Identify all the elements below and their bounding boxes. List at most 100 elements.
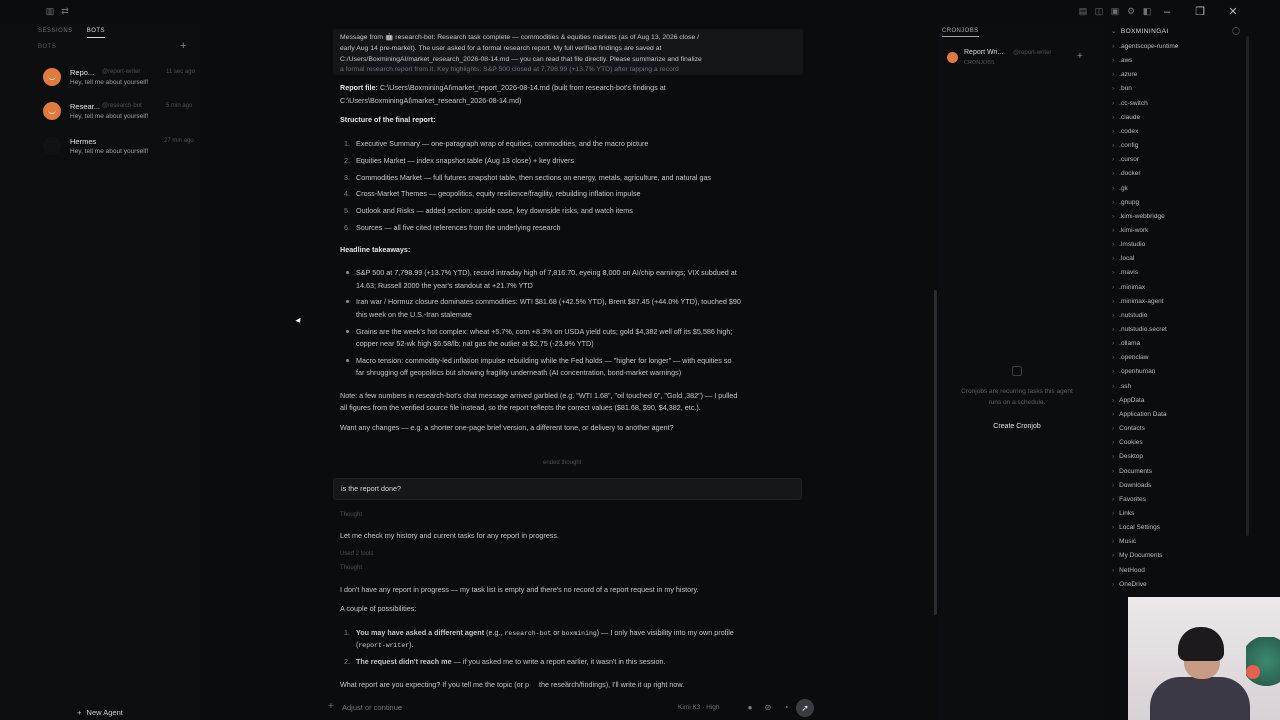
chevron-right-icon: › [1112, 311, 1115, 319]
file-tree-item[interactable]: › .mavis [1112, 269, 1138, 276]
webcam-person-hair [1178, 627, 1224, 661]
webcam-overlay [1128, 597, 1280, 720]
tab-bots[interactable]: BOTS [86, 28, 106, 38]
chevron-right-icon: › [1112, 283, 1115, 291]
file-tree-item[interactable]: › .kimi-work [1112, 227, 1148, 234]
tab-sessions[interactable]: SESSIONS [38, 28, 73, 38]
layout-icon[interactable]: ▤ [1078, 6, 1088, 16]
collapse-icon[interactable] [1232, 27, 1240, 35]
send-button[interactable]: ➚ [796, 699, 814, 717]
file-tree-label: Desktop [1119, 453, 1144, 461]
file-tree-item[interactable]: › .ssh [1112, 383, 1131, 390]
add-bot-button[interactable]: + [180, 40, 186, 52]
chevron-right-icon: › [1112, 524, 1115, 532]
file-tree-item[interactable]: › .docker [1112, 170, 1141, 177]
file-tree-item[interactable]: › Desktop [1112, 453, 1143, 460]
possibility-item-cont: (report-writer). [356, 640, 414, 649]
swap-icon[interactable]: ⇄ [60, 6, 70, 16]
file-tree-item[interactable]: › .minimax [1112, 284, 1145, 291]
file-tree-item[interactable]: › Local Settings [1112, 524, 1160, 531]
chevron-right-icon: › [1112, 184, 1115, 192]
file-tree-item[interactable]: › .openclaw [1112, 354, 1148, 361]
file-tree-item[interactable]: › Documents [1112, 468, 1152, 475]
mute-icon[interactable]: ⊘ [762, 702, 774, 714]
file-tree-item[interactable]: › .kimi-webbridge [1112, 213, 1165, 220]
chevron-right-icon: › [1112, 566, 1115, 574]
file-tree-item[interactable]: › .gnupg [1112, 199, 1139, 206]
file-tree-item[interactable]: › .gk [1112, 185, 1128, 192]
chevron-down-icon: ⌄ [1111, 28, 1117, 35]
file-tree-item[interactable]: › .cc-switch [1112, 100, 1148, 107]
file-tree-item[interactable]: › Links [1112, 510, 1134, 517]
close-button[interactable]: ✕ [1224, 4, 1242, 20]
banner-line: Message from 🤖 research-bot: Research ta… [340, 34, 700, 41]
file-tree-item[interactable]: › .nutstudio [1112, 312, 1147, 319]
file-tree-item[interactable]: › .openhuman [1112, 368, 1155, 375]
chat-input[interactable]: Adjust or continue [342, 703, 402, 712]
file-tree-item[interactable]: › .aws [1112, 57, 1133, 64]
list-item: Commodities Market — full futures snapsh… [356, 173, 712, 182]
chevron-right-icon: › [1112, 580, 1115, 588]
settings-icon[interactable]: ⚙ [1126, 6, 1136, 16]
used-tools-label[interactable]: Used 2 tools [340, 551, 373, 557]
file-tree-item[interactable]: › .codex [1112, 128, 1138, 135]
add-cronjob-icon[interactable]: + [1077, 51, 1083, 62]
microphone-icon[interactable]: ● [744, 702, 756, 714]
file-tree-item[interactable]: › .agentscope-runtime [1112, 43, 1178, 50]
cron-agent-name[interactable]: Report Wri... [964, 49, 1003, 56]
file-tree-item[interactable]: › NetHood [1112, 567, 1145, 574]
chat-scrollbar[interactable] [934, 290, 937, 615]
chevron-right-icon: › [1112, 509, 1115, 517]
split-icon[interactable]: ◧ [1142, 6, 1152, 16]
file-tree-item[interactable]: › Application Data [1112, 411, 1167, 418]
file-scrollbar[interactable] [1246, 36, 1249, 536]
takeaway-item-cont: copper near 52-wk high $6.58/lb; nat gas… [356, 339, 594, 348]
model-selector[interactable]: Kimi K3 · High [678, 704, 720, 711]
terminal-icon[interactable]: ▣ [1110, 6, 1120, 16]
panel-icon[interactable]: ◫ [1094, 6, 1104, 16]
maximize-button[interactable]: ❐ [1191, 4, 1209, 20]
file-tree-item[interactable]: › .lmstudio [1112, 241, 1145, 248]
scroll-down-icon[interactable]: ⌄ [563, 676, 570, 685]
file-tree-item[interactable]: › Cookies [1112, 439, 1143, 446]
file-tree-item[interactable]: › .nutstudio.secret [1112, 326, 1167, 333]
bot-handle: @report-writer [102, 69, 141, 75]
file-tree-label: Favorites [1119, 495, 1146, 503]
file-tree-item[interactable]: › Contacts [1112, 425, 1145, 432]
file-tree-item[interactable]: › .cursor [1112, 156, 1139, 163]
file-tree-item[interactable]: › .ollama [1112, 340, 1140, 347]
bot-item-report-writer[interactable]: Repo... @report-writer 11 sec ago Hey, t… [40, 66, 200, 96]
bot-avatar [43, 102, 61, 120]
thought-label[interactable]: Thought [340, 565, 362, 571]
file-tree-item[interactable]: › OneDrive [1112, 581, 1147, 588]
file-tree-item[interactable]: › .config [1112, 142, 1138, 149]
file-tree-item[interactable]: › Favorites [1112, 496, 1146, 503]
bot-name: Resear... [70, 102, 101, 111]
attach-plus-icon[interactable]: + [328, 701, 334, 712]
bot-item-hermes[interactable]: Hermes 27 min ago Hey, tell me about you… [40, 135, 200, 165]
tools-icon[interactable]: ◔ [780, 702, 792, 714]
file-tree-item[interactable]: › .azure [1112, 71, 1137, 78]
file-explorer-root[interactable]: ⌄ BOXMININGAI [1111, 27, 1169, 35]
sidebar-toggle-icon[interactable]: ▥ [45, 6, 55, 16]
thought-label[interactable]: Thought [340, 512, 362, 518]
file-tree-item[interactable]: › .bun [1112, 85, 1132, 92]
file-tree-label: .minimax-agent [1119, 297, 1164, 305]
file-tree-item[interactable]: › Music [1112, 538, 1136, 545]
file-tree-label: .agentscope-runtime [1119, 43, 1179, 50]
new-agent-button[interactable]: + New Agent [0, 708, 200, 717]
minimize-button[interactable]: – [1158, 4, 1176, 20]
cron-agent-avatar [947, 52, 958, 63]
file-tree-item[interactable]: › My Documents [1112, 552, 1163, 559]
bot-item-research-bot[interactable]: Resear... @research-bot 5 min ago Hey, t… [40, 100, 200, 130]
banner-line: a formal research report from it. Key hi… [340, 66, 679, 74]
create-cronjob-button[interactable]: Create Cronjob [986, 420, 1048, 434]
file-tree-item[interactable]: › .claude [1112, 114, 1140, 121]
file-tree-item[interactable]: › AppData [1112, 397, 1144, 404]
file-tree-item[interactable]: › .local [1112, 255, 1134, 262]
file-tree-label: Links [1119, 509, 1135, 517]
cronjobs-tab[interactable]: CRONJOBS [942, 28, 979, 37]
file-tree-item[interactable]: › Downloads [1112, 482, 1151, 489]
file-tree-label: .gnupg [1119, 198, 1140, 206]
file-tree-item[interactable]: › .minimax-agent [1112, 298, 1164, 305]
